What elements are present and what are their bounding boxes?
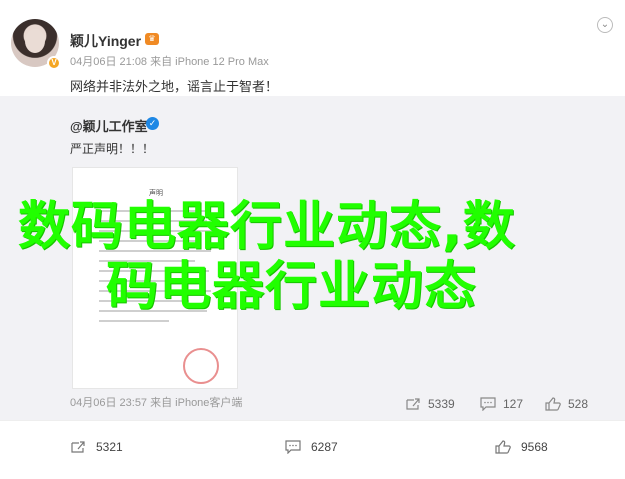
repost-comment-count: 127 [503,397,524,411]
repost-share-count: 5339 [428,397,455,411]
repost-like-count: 528 [568,397,589,411]
comment-icon [480,397,496,411]
like-button[interactable]: 9568 [495,440,548,454]
repost-comment-button[interactable]: 127 [480,397,523,411]
vip-crown-icon: ♛ [145,33,159,45]
post-header: V 颖儿Yinger ♛ 04月06日 21:08 来自 iPhone 12 P… [0,0,625,96]
share-icon [71,441,85,453]
share-icon [406,398,420,410]
comment-count: 6287 [311,440,338,454]
post-text: 网络并非法外之地，谣言止于智者！ [70,79,279,94]
chevron-down-icon[interactable]: ⌄ [597,17,613,33]
thumbs-up-icon [545,397,561,411]
verified-blue-icon: ✓ [146,117,159,130]
comment-button[interactable]: 6287 [285,440,338,454]
share-button[interactable]: 5321 [70,440,123,454]
repost-share-button[interactable]: 5339 [405,397,455,411]
like-count: 9568 [521,440,548,454]
thumbs-up-icon [495,440,511,454]
repost-like-button[interactable]: 528 [545,397,588,411]
overlay-text-line-2: 码电器行业动态 [106,257,478,317]
repost-username[interactable]: @颖儿工作室 [70,116,148,135]
red-seal-stamp [183,348,219,384]
share-count: 5321 [96,440,123,454]
post-meta: 04月06日 21:08 来自 iPhone 12 Pro Max [70,56,269,68]
repost-text: 严正声明！！！ [70,142,155,156]
comment-icon [285,440,301,454]
doc-text-line [99,320,169,322]
verified-badge-icon: V [47,56,61,70]
post-username[interactable]: 颖儿Yinger [70,31,141,51]
repost-meta: 04月06日 23:57 来自 iPhone客户端 [70,397,243,409]
